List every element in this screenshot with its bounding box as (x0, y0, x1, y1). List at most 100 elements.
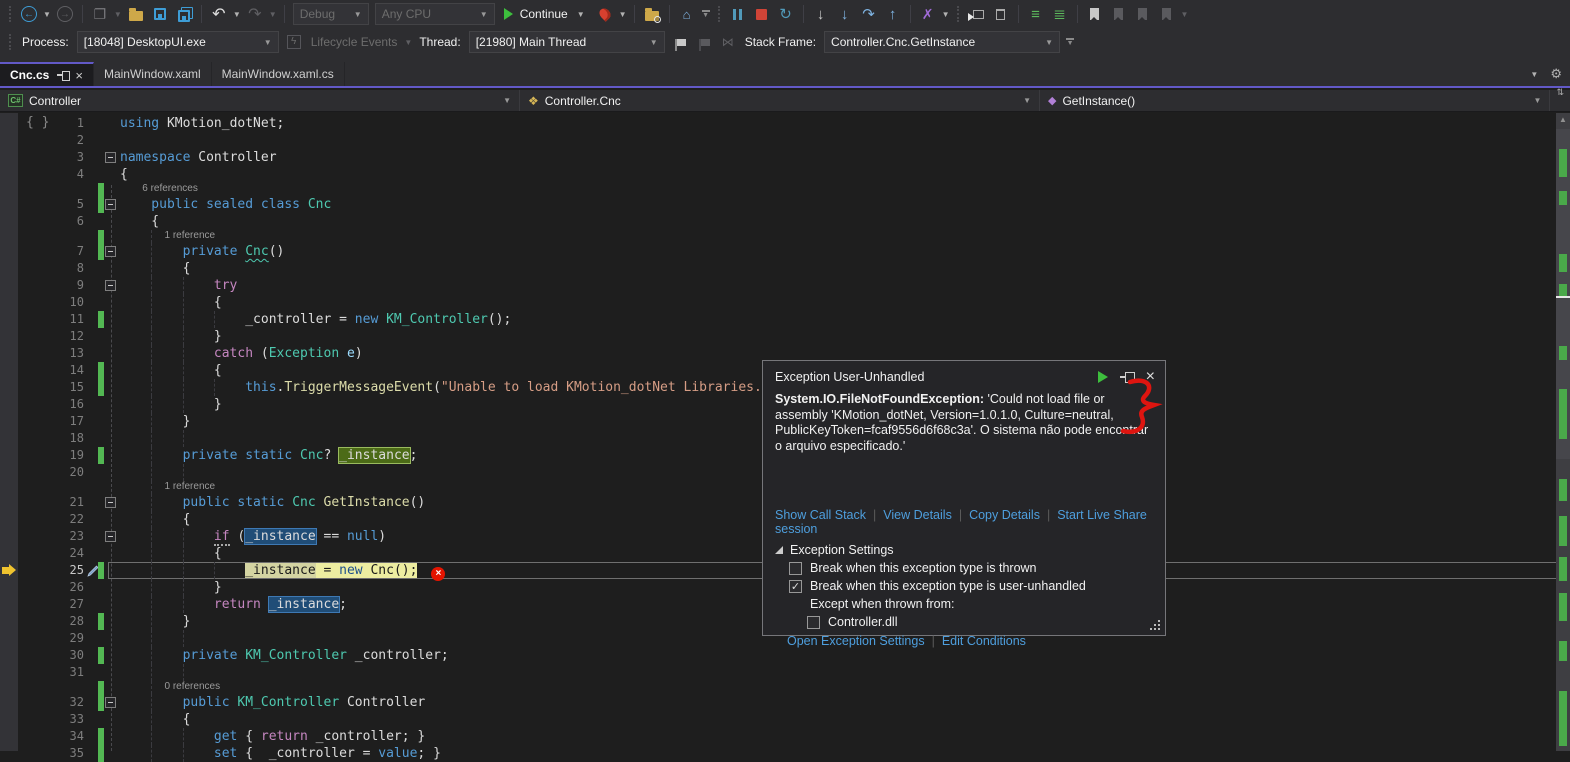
flagged-threads-icon[interactable] (692, 30, 716, 54)
controller-dll-checkbox[interactable] (807, 616, 820, 629)
bookmark-icon[interactable] (1083, 2, 1107, 26)
break-all-icon[interactable] (726, 2, 750, 26)
type-dropdown[interactable]: ❖ Controller.Cnc ▼ (520, 90, 1040, 111)
redo-icon[interactable]: ↷ (243, 2, 267, 26)
hot-reload-icon[interactable] (593, 2, 617, 26)
split-window-icon[interactable]: ⇅ (1550, 90, 1570, 111)
show-call-stack-link[interactable]: Show Call Stack (775, 508, 866, 522)
window-switch-icon[interactable]: ❐ (88, 2, 112, 26)
codelens-row[interactable]: 1 reference (0, 230, 1556, 243)
solution-configuration-dropdown[interactable]: Debug▼ (293, 3, 369, 25)
code-line-33[interactable]: 33{ (0, 711, 1556, 728)
find-in-files-icon[interactable] (640, 2, 664, 26)
break-when-thrown-checkbox[interactable] (789, 562, 802, 575)
collapse-triangle-icon[interactable] (775, 546, 783, 554)
code-line-34[interactable]: 34get { return _controller; } (0, 728, 1556, 745)
save-all-icon[interactable] (172, 2, 196, 26)
gear-icon[interactable]: ⚙ (1550, 66, 1562, 82)
restart-icon[interactable]: ↻ (774, 2, 798, 26)
fold-collapse-icon[interactable] (105, 199, 116, 210)
toolbar-drag-grip[interactable] (718, 6, 721, 22)
code-line-32[interactable]: 32public KM_Controller Controller (0, 694, 1556, 711)
code-line-30[interactable]: 30private KM_Controller _controller; (0, 647, 1556, 664)
pin-icon[interactable] (57, 70, 69, 80)
code-line-31[interactable]: 31 (0, 664, 1556, 681)
lifecycle-events-label[interactable]: Lifecycle Events (311, 35, 398, 49)
lifecycle-dropdown-icon[interactable]: ▼ (404, 38, 412, 47)
code-line-6[interactable]: 6{ (0, 213, 1556, 230)
threads-dropdown-icon[interactable]: ▼ (942, 10, 950, 19)
tab-mainwindow-xaml[interactable]: MainWindow.xaml (94, 62, 212, 86)
redo-dropdown-icon[interactable]: ▼ (269, 10, 277, 19)
next-bookmark-icon[interactable] (1131, 2, 1155, 26)
resize-grip[interactable] (1158, 628, 1160, 630)
step-into-icon[interactable]: ↓ (833, 2, 857, 26)
hot-reload-dropdown-icon[interactable]: ▼ (619, 10, 627, 19)
project-dropdown[interactable]: C# Controller ▼ (0, 90, 520, 111)
tab-mainwindow-xaml-cs[interactable]: MainWindow.xaml.cs (212, 62, 345, 86)
code-line-1[interactable]: 1using KMotion_dotNet; (0, 115, 1556, 132)
open-file-icon[interactable] (124, 2, 148, 26)
suppress-jit-icon[interactable]: ⋈ (716, 30, 740, 54)
stack-frame-dropdown[interactable]: Controller.Cnc.GetInstance▼ (824, 31, 1060, 53)
code-line-3[interactable]: 3namespace Controller (0, 149, 1556, 166)
run-to-cursor-icon[interactable] (965, 2, 989, 26)
codelens-references[interactable]: 1 reference (120, 481, 215, 493)
codelens-references[interactable]: 0 references (120, 681, 220, 693)
fold-collapse-icon[interactable] (105, 246, 116, 257)
bookmarks-overflow-icon[interactable]: ▼ (1181, 10, 1189, 19)
codelens-references[interactable]: 6 references (120, 183, 198, 195)
save-icon[interactable] (148, 2, 172, 26)
scroll-up-icon[interactable]: ▲ (1556, 115, 1570, 124)
window-switch-dropdown-icon[interactable]: ▼ (114, 10, 122, 19)
step-over-icon[interactable]: ↷ (857, 2, 881, 26)
undo-dropdown-icon[interactable]: ▼ (233, 10, 241, 19)
edit-conditions-link[interactable]: Edit Conditions (942, 634, 1026, 648)
close-icon[interactable]: × (1146, 371, 1155, 383)
view-details-link[interactable]: View Details (883, 508, 952, 522)
pin-icon[interactable] (1120, 372, 1134, 382)
code-line-2[interactable]: 2 (0, 132, 1556, 149)
undo-icon[interactable]: ↶ (207, 2, 231, 26)
prev-bookmark-icon[interactable] (1107, 2, 1131, 26)
code-line-9[interactable]: 9try (0, 277, 1556, 294)
toolbar-drag-grip[interactable] (9, 6, 12, 22)
toolbar-overflow-icon[interactable]: ▼ (702, 10, 710, 18)
navigate-forward-icon[interactable]: → (53, 2, 77, 26)
vertical-scrollbar[interactable]: ▲ (1556, 113, 1570, 751)
toolbar-drag-grip[interactable] (957, 6, 960, 22)
process-dropdown[interactable]: [18048] DesktopUI.exe▼ (77, 31, 279, 53)
fold-collapse-icon[interactable] (105, 152, 116, 163)
tab-cnc-cs[interactable]: Cnc.cs × (0, 62, 94, 86)
show-next-statement-icon[interactable]: ↓ (809, 2, 833, 26)
thread-dropdown[interactable]: [21980] Main Thread▼ (469, 31, 665, 53)
break-when-user-unhandled-checkbox[interactable]: ✓ (789, 580, 802, 593)
continue-icon[interactable] (1098, 371, 1108, 383)
code-line-11[interactable]: 11_controller = new KM_Controller(); (0, 311, 1556, 328)
codelens-row[interactable]: 0 references (0, 681, 1556, 694)
clear-bookmarks-icon[interactable] (1155, 2, 1179, 26)
fold-collapse-icon[interactable] (105, 497, 116, 508)
navigate-back-icon[interactable]: ← (17, 2, 41, 26)
code-line-5[interactable]: 5public sealed class Cnc (0, 196, 1556, 213)
code-line-12[interactable]: 12} (0, 328, 1556, 345)
startup-window-icon[interactable]: ⌂ (675, 2, 699, 26)
show-threads-icon[interactable]: ✗ (916, 2, 940, 26)
codelens-references[interactable]: 1 reference (120, 230, 215, 242)
code-cleanup-icon[interactable]: ≣ (1048, 2, 1072, 26)
copy-details-link[interactable]: Copy Details (969, 508, 1040, 522)
continue-button[interactable]: Continue ▼ (504, 7, 587, 21)
show-threads-flag-icon[interactable] (668, 30, 692, 54)
lifecycle-events-icon[interactable]: ϟ (282, 30, 306, 54)
codelens-row[interactable]: 6 references (0, 183, 1556, 196)
code-line-10[interactable]: 10{ (0, 294, 1556, 311)
solution-platform-dropdown[interactable]: Any CPU▼ (375, 3, 495, 25)
toolbar-overflow-icon[interactable]: ▼ (1066, 38, 1074, 46)
toolbar-drag-grip[interactable] (9, 34, 12, 50)
step-out-icon[interactable]: ↑ (881, 2, 905, 26)
code-line-35[interactable]: 35set { _controller = value; } (0, 745, 1556, 762)
code-line-4[interactable]: 4{ (0, 166, 1556, 183)
apply-code-changes-icon[interactable]: ≡ (1024, 2, 1048, 26)
fold-collapse-icon[interactable] (105, 280, 116, 291)
member-dropdown[interactable]: ◆ GetInstance() ▼ (1040, 90, 1550, 111)
